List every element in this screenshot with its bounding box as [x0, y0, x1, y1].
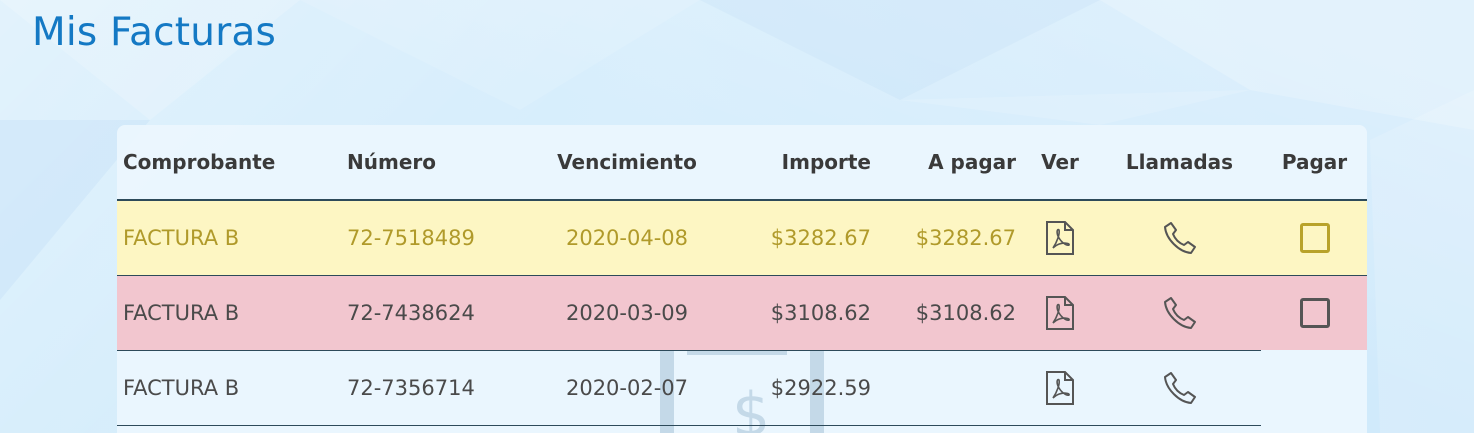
header-comprobante[interactable]: Comprobante — [123, 125, 333, 199]
cell-numero: 72-7356714 — [347, 376, 475, 400]
cell-numero: 72-7438624 — [347, 301, 475, 325]
row-divider — [117, 425, 1261, 426]
cell-a-pagar: $3282.67 — [915, 226, 1016, 250]
table-row: FACTURA B 72-7518489 2020-04-08 $3282.67… — [117, 201, 1367, 276]
header-numero[interactable]: Número — [347, 125, 527, 199]
header-llamadas: Llamadas — [1125, 150, 1234, 174]
page-title: Mis Facturas — [32, 10, 277, 55]
cell-importe: $3282.67 — [770, 226, 871, 250]
pdf-icon[interactable] — [1027, 351, 1093, 425]
phone-icon[interactable] — [1107, 351, 1252, 425]
pay-checkbox[interactable] — [1262, 276, 1367, 350]
phone-icon[interactable] — [1107, 201, 1252, 275]
header-importe[interactable]: Importe — [717, 125, 871, 199]
pay-checkbox[interactable] — [1262, 201, 1367, 275]
header-pagar: Pagar — [1281, 150, 1348, 174]
cell-importe: $2922.59 — [770, 376, 871, 400]
table-header-row: Comprobante Número Vencimiento Importe A… — [117, 125, 1367, 201]
pdf-icon[interactable] — [1027, 201, 1093, 275]
cell-a-pagar: $3108.62 — [915, 301, 1016, 325]
header-a-pagar[interactable]: A pagar — [877, 125, 1016, 199]
table-row: FACTURA B 72-7438624 2020-03-09 $3108.62… — [117, 276, 1367, 350]
cell-comprobante: FACTURA B — [123, 301, 240, 325]
cell-numero: 72-7518489 — [347, 226, 475, 250]
cell-comprobante: FACTURA B — [123, 226, 240, 250]
cell-a-pagar — [877, 351, 1016, 425]
cell-importe: $3108.62 — [770, 301, 871, 325]
cell-vencimiento: 2020-03-09 — [565, 301, 689, 325]
header-ver: Ver — [1041, 150, 1079, 174]
cell-vencimiento: 2020-04-08 — [565, 226, 689, 250]
cell-comprobante: FACTURA B — [123, 376, 240, 400]
invoices-table: $ Comprobante Número Vencimiento Importe… — [117, 125, 1367, 433]
pdf-icon[interactable] — [1027, 276, 1093, 350]
cell-vencimiento: 2020-02-07 — [565, 376, 689, 400]
phone-icon[interactable] — [1107, 276, 1252, 350]
header-vencimiento[interactable]: Vencimiento — [537, 125, 717, 199]
table-row: FACTURA B 72-7356714 2020-02-07 $2922.59 — [117, 351, 1367, 425]
